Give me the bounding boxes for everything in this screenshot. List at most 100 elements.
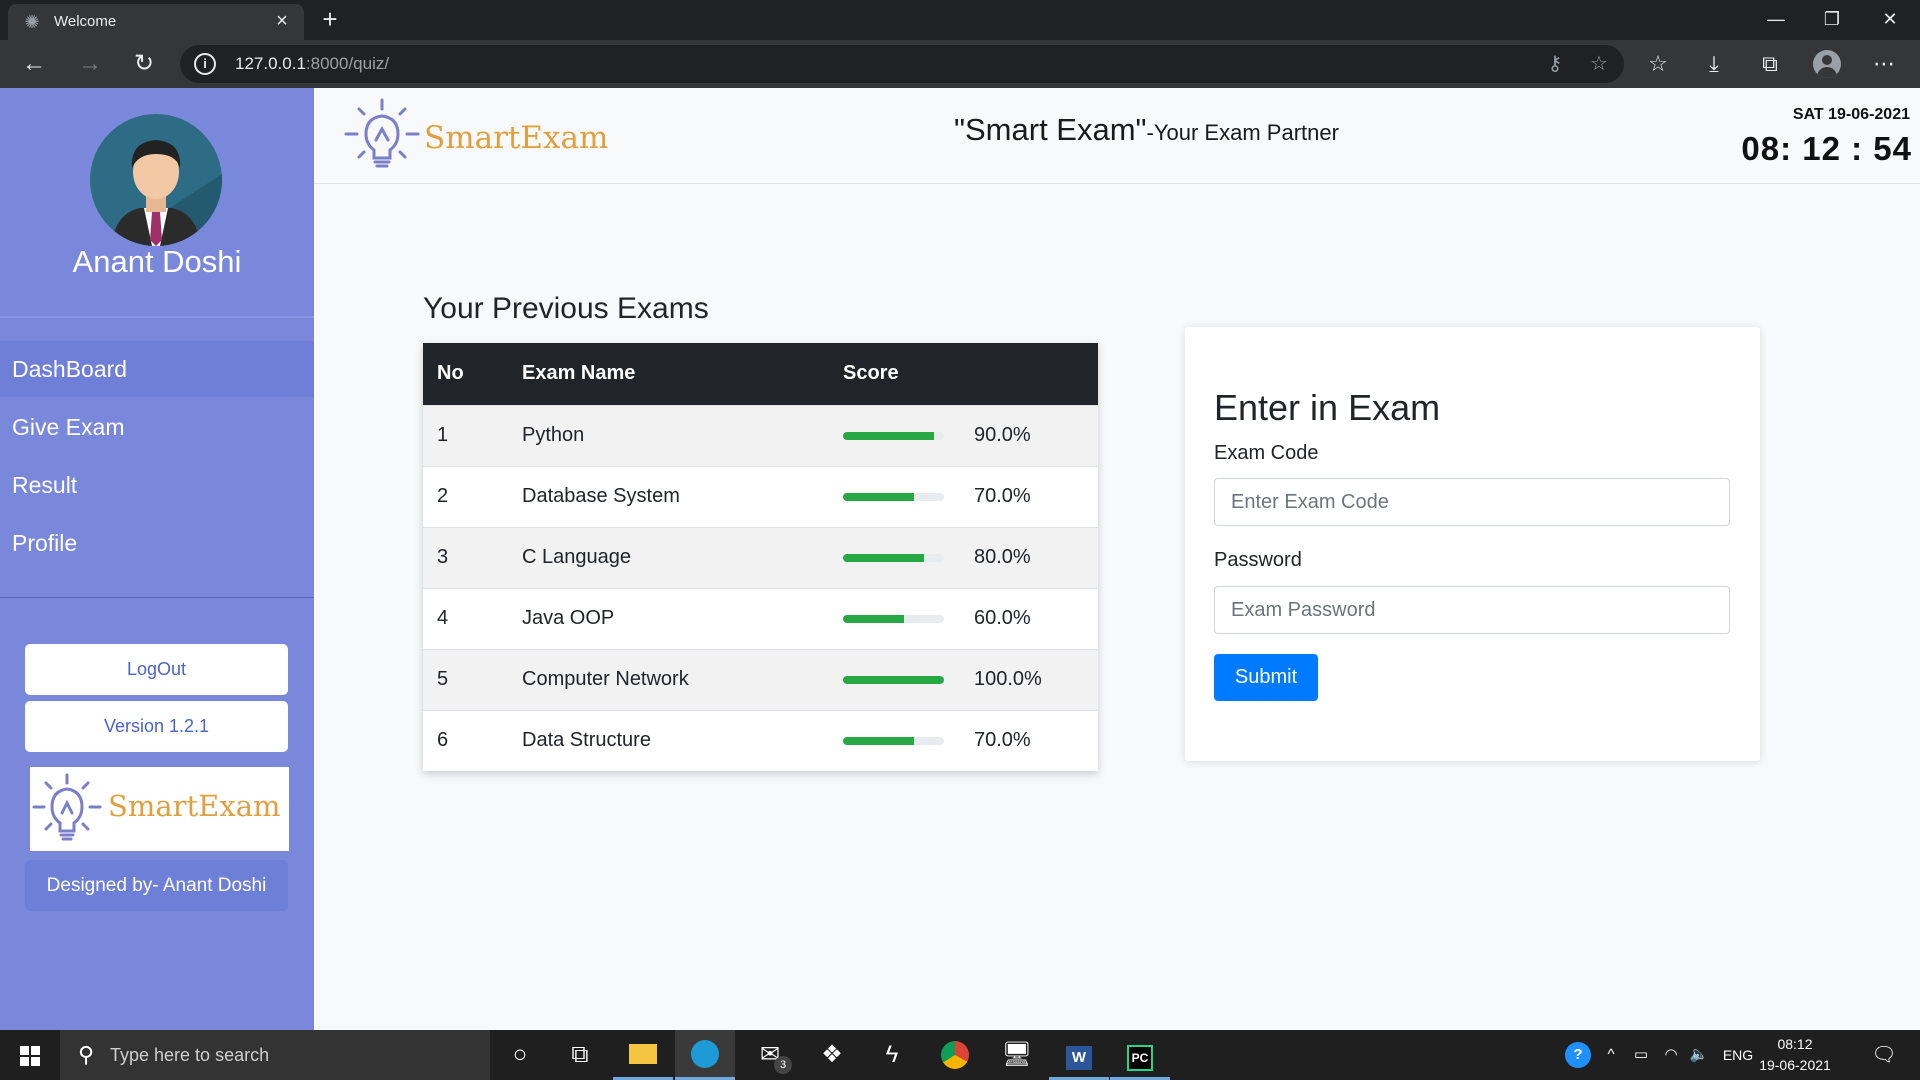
new-tab-icon[interactable]: + xyxy=(316,4,344,34)
tab-close-icon[interactable]: × xyxy=(270,9,294,33)
dropbox-icon[interactable]: ❖ xyxy=(802,1030,862,1080)
start-button[interactable] xyxy=(0,1030,60,1080)
key-icon[interactable]: ⚷ xyxy=(1542,51,1568,77)
tab-favicon-icon: ✺ xyxy=(24,12,40,32)
exam-score: 70.0% xyxy=(974,729,1031,751)
sidebar-item-dashboard[interactable]: DashBoard xyxy=(0,341,314,397)
add-favorite-icon[interactable]: ☆ xyxy=(1586,51,1612,77)
lightning-app-icon[interactable]: ϟ xyxy=(862,1030,922,1080)
column-header-score: Score xyxy=(843,362,899,384)
wifi-icon[interactable]: ◠ xyxy=(1658,1030,1684,1080)
browser-tab[interactable]: ✺ Welcome × xyxy=(8,4,304,40)
collections-icon[interactable]: ⧉ xyxy=(1754,48,1786,80)
exam-score: 70.0% xyxy=(974,485,1031,507)
more-menu-icon[interactable]: ⋯ xyxy=(1868,48,1900,80)
table-row: 3 C Language 80.0% xyxy=(423,527,1098,588)
exam-password-input[interactable] xyxy=(1214,586,1730,634)
table-row: 5 Computer Network 100.0% xyxy=(423,649,1098,710)
forward-icon[interactable]: → xyxy=(74,48,106,80)
user-name: Anant Doshi xyxy=(72,244,242,279)
sidebar-item-profile[interactable]: Profile xyxy=(0,515,314,571)
edge-browser-icon[interactable] xyxy=(675,1030,735,1080)
cortana-icon[interactable]: ○ xyxy=(490,1030,550,1080)
sidebar-logo: SmartExam xyxy=(30,767,289,851)
back-icon[interactable]: ← xyxy=(18,48,50,80)
chrome-icon[interactable] xyxy=(925,1030,985,1080)
header-clock: 08: 12 : 54 xyxy=(1741,130,1912,167)
remote-desktop-icon[interactable]: 🖥 xyxy=(987,1030,1047,1080)
browser-toolbar: ← → ↻ i 127.0.0.1:8000/quiz/ ⚷ ☆ ☆ ⤓ ⧉ ⋯ xyxy=(0,40,1920,88)
reload-icon[interactable]: ↻ xyxy=(128,48,160,80)
pycharm-icon[interactable]: PC xyxy=(1110,1030,1170,1080)
table-row: 4 Java OOP 60.0% xyxy=(423,588,1098,649)
taskbar-search[interactable]: ⚲ Type here to search xyxy=(60,1030,490,1080)
address-bar[interactable]: i 127.0.0.1:8000/quiz/ ⚷ ☆ xyxy=(180,45,1624,83)
enter-exam-card: Enter in Exam Exam Code Password Submit xyxy=(1185,327,1760,761)
browser-tab-strip: ✺ Welcome × + — ❐ ✕ xyxy=(0,0,1920,40)
page-title-main: "Smart Exam" xyxy=(954,112,1147,147)
taskbar-clock[interactable]: 08:12 19-06-2021 xyxy=(1755,1034,1835,1076)
enter-exam-title: Enter in Exam xyxy=(1214,387,1441,428)
score-progress-fill xyxy=(843,493,914,501)
exam-number: 1 xyxy=(437,424,449,446)
exam-score: 100.0% xyxy=(974,668,1042,690)
mail-icon[interactable]: ✉ 3 xyxy=(740,1030,800,1080)
exam-name: Database System xyxy=(522,485,680,507)
exam-code-input[interactable] xyxy=(1214,478,1730,526)
score-progress-fill xyxy=(843,676,944,684)
notifications-icon[interactable]: 🗨 xyxy=(1864,1030,1904,1080)
tray-chevron-icon[interactable]: ^ xyxy=(1598,1030,1624,1080)
sidebar-item-give-exam[interactable]: Give Exam xyxy=(0,399,314,455)
favorites-icon[interactable]: ☆ xyxy=(1642,48,1674,80)
downloads-icon[interactable]: ⤓ xyxy=(1698,48,1730,80)
mail-badge: 3 xyxy=(774,1056,792,1074)
exam-number: 4 xyxy=(437,607,449,629)
previous-exams-title: Your Previous Exams xyxy=(423,292,709,325)
restore-icon[interactable]: ❐ xyxy=(1804,0,1860,40)
exam-number: 2 xyxy=(437,485,449,507)
exam-code-label: Exam Code xyxy=(1214,442,1319,464)
exam-name: Java OOP xyxy=(522,607,615,629)
exam-score: 60.0% xyxy=(974,607,1031,629)
score-progress-bar xyxy=(843,493,944,501)
exam-name: Data Structure xyxy=(522,729,651,751)
taskbar-time: 08:12 xyxy=(1777,1036,1813,1052)
avatar xyxy=(90,114,222,246)
logout-button[interactable]: LogOut xyxy=(25,644,288,695)
submit-button[interactable]: Submit xyxy=(1214,654,1318,701)
header-date: SAT 19-06-2021 xyxy=(1792,106,1910,123)
exam-score: 90.0% xyxy=(974,424,1031,446)
help-icon[interactable]: ? xyxy=(1562,1030,1594,1080)
page-title-sub: -Your Exam Partner xyxy=(1146,120,1339,145)
site-info-icon[interactable]: i xyxy=(194,53,216,75)
table-row: 2 Database System 70.0% xyxy=(423,466,1098,527)
address-url[interactable]: 127.0.0.1:8000/quiz/ xyxy=(235,54,389,74)
sidebar-logo-text: SmartExam xyxy=(108,789,281,823)
volume-icon[interactable]: 🔈 xyxy=(1686,1030,1712,1080)
password-label: Password xyxy=(1214,549,1302,571)
exam-number: 6 xyxy=(437,729,449,751)
word-icon[interactable]: W xyxy=(1049,1030,1109,1080)
version-button[interactable]: Version 1.2.1 xyxy=(25,701,288,752)
browser-profile-icon[interactable] xyxy=(1813,50,1841,78)
taskbar-date: 19-06-2021 xyxy=(1759,1057,1831,1073)
score-progress-fill xyxy=(843,737,914,745)
tab-title: Welcome xyxy=(54,13,117,30)
language-indicator[interactable]: ENG xyxy=(1718,1030,1758,1080)
sidebar-divider xyxy=(0,597,314,598)
score-progress-fill xyxy=(843,615,904,623)
taskbar: ⚲ Type here to search ○ ⧉ ✉ 3 ❖ ϟ 🖥 W PC … xyxy=(0,1030,1920,1080)
score-progress-fill xyxy=(843,432,934,440)
previous-exams-table: No Exam Name Score 1 Python 90.0% 2 Database… xyxy=(423,343,1098,771)
column-header-no: No xyxy=(437,362,464,384)
column-header-exam-name: Exam Name xyxy=(522,362,636,384)
score-progress-bar xyxy=(843,432,944,440)
battery-icon[interactable]: ▭ xyxy=(1628,1030,1654,1080)
file-explorer-icon[interactable] xyxy=(613,1030,673,1080)
exam-name: Computer Network xyxy=(522,668,689,690)
minimize-icon[interactable]: — xyxy=(1748,0,1804,40)
header-logo[interactable]: SmartExam xyxy=(342,96,612,176)
sidebar-item-result[interactable]: Result xyxy=(0,457,314,513)
window-close-icon[interactable]: ✕ xyxy=(1862,0,1918,40)
task-view-icon[interactable]: ⧉ xyxy=(550,1030,610,1080)
